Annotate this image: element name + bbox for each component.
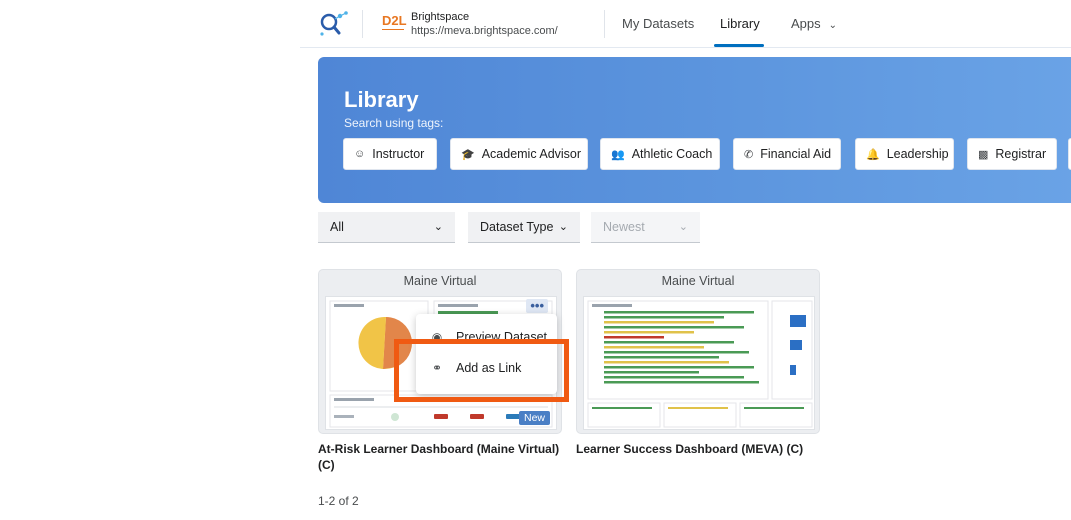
- header-divider: [362, 10, 363, 38]
- library-banner: Library Search using tags: ☺ Instructor 🎓…: [318, 57, 1071, 203]
- sort-select[interactable]: Newest ⌄: [591, 212, 700, 243]
- tag-label: Registrar: [995, 147, 1047, 161]
- tag-label: Leadership: [886, 147, 949, 161]
- card-title-line: At-Risk Learner Dashboard (Maine Virtual…: [318, 442, 560, 456]
- card-org: Maine Virtual: [661, 274, 735, 288]
- tag-label: Financial Aid: [760, 147, 832, 161]
- tag-instructor[interactable]: ☺ Instructor: [343, 138, 437, 170]
- annotation-highlight-box: [394, 339, 569, 402]
- card-title-at-risk[interactable]: At-Risk Learner Dashboard (Maine Virtual…: [318, 441, 568, 473]
- tag-label: Academic Advisor: [481, 147, 582, 161]
- dataset-type-select[interactable]: Dataset Type ⌄: [468, 212, 580, 243]
- tag-label: Instructor: [372, 147, 425, 161]
- users-icon: 👥: [611, 148, 625, 161]
- tag-search-hint: Search using tags:: [344, 116, 444, 130]
- nav-apps-label: Apps: [791, 16, 821, 31]
- page-title: Library: [344, 87, 419, 112]
- tag-label: Athletic Coach: [631, 147, 713, 161]
- top-header: D2L Brightspace https://meva.brightspace…: [300, 0, 1071, 48]
- new-badge: New: [518, 411, 550, 425]
- more-options-button[interactable]: •••: [526, 299, 548, 313]
- tag-athletic-coach[interactable]: 👥 Athletic Coach: [600, 138, 720, 170]
- card-title-learner-success[interactable]: Learner Success Dashboard (MEVA) (C): [576, 441, 826, 457]
- sort-select-value: Newest: [603, 220, 645, 234]
- org-url: https://meva.brightspace.com/: [411, 25, 558, 37]
- robot-icon: ☺: [354, 148, 366, 160]
- header-divider: [604, 10, 605, 38]
- chevron-down-icon: ⌄: [828, 20, 838, 31]
- bar-chart-icon: ▩: [978, 148, 989, 161]
- nav-my-datasets[interactable]: My Datasets: [622, 16, 694, 31]
- nav-active-indicator: [714, 44, 764, 47]
- tag-leadership[interactable]: 🔔 Leadership: [855, 138, 954, 170]
- nav-library[interactable]: Library: [720, 16, 760, 31]
- d2l-brand-underline: [382, 29, 404, 30]
- graduation-cap-icon: 🎓: [461, 148, 475, 161]
- card-title-line: Learner Success Dashboard (MEVA) (C): [576, 442, 804, 456]
- dataset-card-learner-success[interactable]: Maine Virtual: [576, 269, 820, 434]
- dataset-thumbnail: [583, 296, 815, 430]
- card-title-line: (C): [318, 458, 335, 472]
- scope-select[interactable]: All ⌄: [318, 212, 455, 243]
- phone-icon: ✆: [744, 148, 754, 161]
- pagination-summary: 1-2 of 2: [318, 494, 359, 508]
- tag-financial-aid[interactable]: ✆ Financial Aid: [733, 138, 841, 170]
- app-root: D2L Brightspace https://meva.brightspace…: [0, 0, 1071, 520]
- chevron-down-icon: ⌄: [678, 221, 688, 233]
- org-name: Brightspace: [411, 11, 470, 23]
- dataset-type-select-value: Dataset Type: [480, 220, 554, 234]
- tag-registrar[interactable]: ▩ Registrar: [967, 138, 1057, 170]
- bell-icon: 🔔: [866, 148, 880, 161]
- nav-apps[interactable]: Apps ⌄: [791, 16, 837, 31]
- chevron-down-icon: ⌄: [433, 221, 443, 233]
- dashboard-preview-image: [587, 300, 813, 428]
- chevron-down-icon: ⌄: [558, 221, 568, 233]
- tag-academic-advisor[interactable]: 🎓 Academic Advisor: [450, 138, 588, 170]
- card-org: Maine Virtual: [403, 274, 477, 288]
- d2l-brand: D2L: [382, 13, 407, 28]
- scope-select-value: All: [330, 220, 344, 234]
- app-logo-icon[interactable]: [318, 10, 350, 38]
